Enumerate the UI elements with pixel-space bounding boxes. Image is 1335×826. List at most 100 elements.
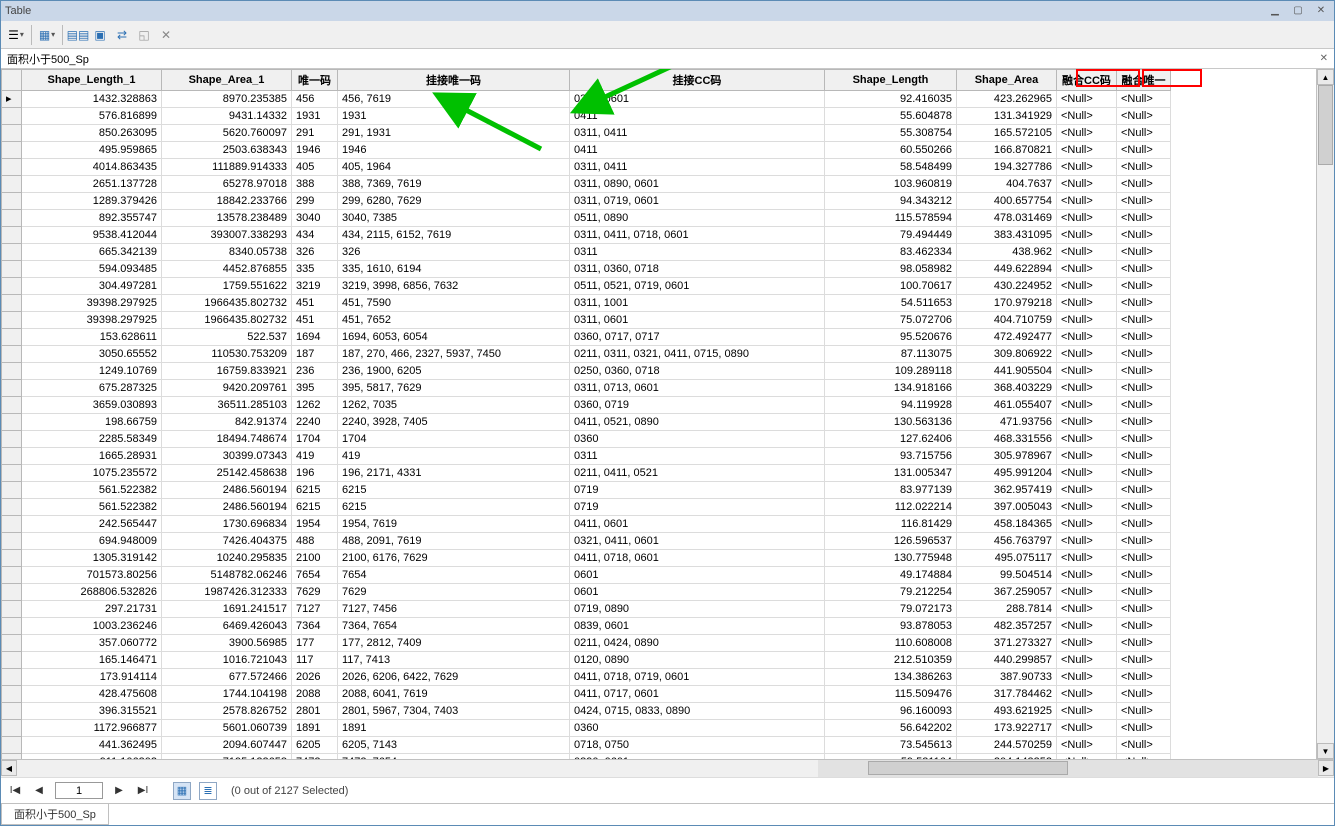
cell[interactable]: <Null> xyxy=(1117,737,1171,754)
table-row[interactable]: 2285.5834918494.748674170417040360127.62… xyxy=(2,431,1171,448)
cell[interactable]: 665.342139 xyxy=(22,244,162,261)
cell[interactable]: <Null> xyxy=(1057,533,1117,550)
cell[interactable]: 3219, 3998, 6856, 7632 xyxy=(338,278,570,295)
cell[interactable]: 196 xyxy=(292,465,338,482)
cell[interactable]: 1262 xyxy=(292,397,338,414)
table-row[interactable]: 1003.2362466469.42604373647364, 76540839… xyxy=(2,618,1171,635)
cell[interactable]: <Null> xyxy=(1057,312,1117,329)
cell[interactable]: <Null> xyxy=(1117,754,1171,760)
cell[interactable]: 362.957419 xyxy=(957,482,1057,499)
table-row[interactable]: 3050.65552110530.753209187187, 270, 466,… xyxy=(2,346,1171,363)
row-selector[interactable] xyxy=(2,550,22,567)
cell[interactable]: 1946 xyxy=(338,142,570,159)
row-selector[interactable] xyxy=(2,533,22,550)
vertical-scrollbar[interactable]: ▲ ▼ xyxy=(1316,69,1334,759)
row-selector[interactable] xyxy=(2,261,22,278)
cell[interactable]: 9538.412044 xyxy=(22,227,162,244)
cell[interactable]: 495.959865 xyxy=(22,142,162,159)
cell[interactable]: 495.991204 xyxy=(957,465,1057,482)
cell[interactable]: 6215 xyxy=(338,482,570,499)
cell[interactable]: 0360 xyxy=(570,720,825,737)
table-row[interactable]: 2651.13772865278.97018388388, 7369, 7619… xyxy=(2,176,1171,193)
row-selector[interactable] xyxy=(2,601,22,618)
cell[interactable]: 131.005347 xyxy=(825,465,957,482)
cell[interactable]: 0511, 0890 xyxy=(570,210,825,227)
cell[interactable]: 1249.10769 xyxy=(22,363,162,380)
cell[interactable]: <Null> xyxy=(1057,516,1117,533)
cell[interactable]: 0718, 0750 xyxy=(570,737,825,754)
titlebar[interactable]: Table ▁ ▢ ✕ xyxy=(1,1,1334,21)
table-row[interactable]: 850.2630955620.760097291291, 19310311, 0… xyxy=(2,125,1171,142)
cell[interactable]: <Null> xyxy=(1117,448,1171,465)
cell[interactable]: 0311, 0411 xyxy=(570,125,825,142)
cell[interactable]: 1694 xyxy=(292,329,338,346)
cell[interactable]: 288.7814 xyxy=(957,601,1057,618)
cell[interactable]: 2503.638343 xyxy=(162,142,292,159)
cell[interactable]: 0311, 1001 xyxy=(570,295,825,312)
column-header[interactable]: Shape_Area xyxy=(957,70,1057,91)
cell[interactable]: 1262, 7035 xyxy=(338,397,570,414)
cell[interactable]: 2651.137728 xyxy=(22,176,162,193)
cell[interactable]: 0211, 0311, 0321, 0411, 0715, 0890 xyxy=(570,346,825,363)
cell[interactable]: <Null> xyxy=(1117,567,1171,584)
cell[interactable]: <Null> xyxy=(1117,176,1171,193)
scroll-up-button[interactable]: ▲ xyxy=(1317,69,1334,85)
cell[interactable]: 1730.696834 xyxy=(162,516,292,533)
table-row[interactable]: 39398.2979251966435.802732451451, 759003… xyxy=(2,295,1171,312)
cell[interactable]: 428.475608 xyxy=(22,686,162,703)
cell[interactable]: 0311, 0411, 0718, 0601 xyxy=(570,227,825,244)
cell[interactable]: 1954 xyxy=(292,516,338,533)
cell[interactable]: 0424, 0715, 0833, 0890 xyxy=(570,703,825,720)
table-row[interactable]: 297.217311691.24151771277127, 74560719, … xyxy=(2,601,1171,618)
cell[interactable]: 0890, 0601 xyxy=(570,754,825,760)
cell[interactable]: 1891 xyxy=(338,720,570,737)
cell[interactable]: 7426.404375 xyxy=(162,533,292,550)
cell[interactable]: <Null> xyxy=(1117,312,1171,329)
row-selector[interactable] xyxy=(2,278,22,295)
table-row[interactable]: 561.5223822486.56019462156215071983.9771… xyxy=(2,482,1171,499)
cell[interactable]: 0719 xyxy=(570,482,825,499)
cell[interactable]: <Null> xyxy=(1057,380,1117,397)
row-selector-header[interactable] xyxy=(2,70,22,91)
cell[interactable]: <Null> xyxy=(1057,499,1117,516)
cell[interactable]: <Null> xyxy=(1057,482,1117,499)
cell[interactable]: <Null> xyxy=(1057,669,1117,686)
table-row[interactable]: 428.4756081744.10419820882088, 6041, 761… xyxy=(2,686,1171,703)
cell[interactable]: 116.81429 xyxy=(825,516,957,533)
cell[interactable]: 2026 xyxy=(292,669,338,686)
cell[interactable]: <Null> xyxy=(1117,584,1171,601)
cell[interactable]: <Null> xyxy=(1117,244,1171,261)
cell[interactable]: <Null> xyxy=(1117,227,1171,244)
cell[interactable]: 451, 7652 xyxy=(338,312,570,329)
cell[interactable]: <Null> xyxy=(1117,91,1171,108)
cell[interactable]: 395, 5817, 7629 xyxy=(338,380,570,397)
cell[interactable]: 2094.607447 xyxy=(162,737,292,754)
cell[interactable]: 87.113075 xyxy=(825,346,957,363)
cell[interactable]: <Null> xyxy=(1117,142,1171,159)
scroll-right-button[interactable]: ▶ xyxy=(1318,760,1334,776)
cell[interactable]: 1931 xyxy=(292,108,338,125)
cell[interactable]: <Null> xyxy=(1057,397,1117,414)
cell[interactable]: 2100 xyxy=(292,550,338,567)
cell[interactable]: 56.642202 xyxy=(825,720,957,737)
table-row[interactable]: 1075.23557225142.458638196196, 2171, 433… xyxy=(2,465,1171,482)
cell[interactable]: <Null> xyxy=(1117,363,1171,380)
cell[interactable]: 0839, 0601 xyxy=(570,618,825,635)
row-selector[interactable] xyxy=(2,108,22,125)
cell[interactable]: 675.287325 xyxy=(22,380,162,397)
cell[interactable]: 482.357257 xyxy=(957,618,1057,635)
cell[interactable]: 236 xyxy=(292,363,338,380)
cell[interactable]: 0601 xyxy=(570,567,825,584)
tab-close-icon[interactable]: ✕ xyxy=(1320,53,1328,64)
cell[interactable]: 5620.760097 xyxy=(162,125,292,142)
cell[interactable]: 18494.748674 xyxy=(162,431,292,448)
cell[interactable]: <Null> xyxy=(1117,380,1171,397)
cell[interactable]: 7629 xyxy=(338,584,570,601)
cell[interactable]: 440.299857 xyxy=(957,652,1057,669)
cell[interactable]: 911.106302 xyxy=(22,754,162,760)
cell[interactable]: <Null> xyxy=(1057,635,1117,652)
cell[interactable]: 2240, 3928, 7405 xyxy=(338,414,570,431)
cell[interactable]: 488, 2091, 7619 xyxy=(338,533,570,550)
cell[interactable]: 0411, 0601 xyxy=(570,516,825,533)
cell[interactable]: 2285.58349 xyxy=(22,431,162,448)
